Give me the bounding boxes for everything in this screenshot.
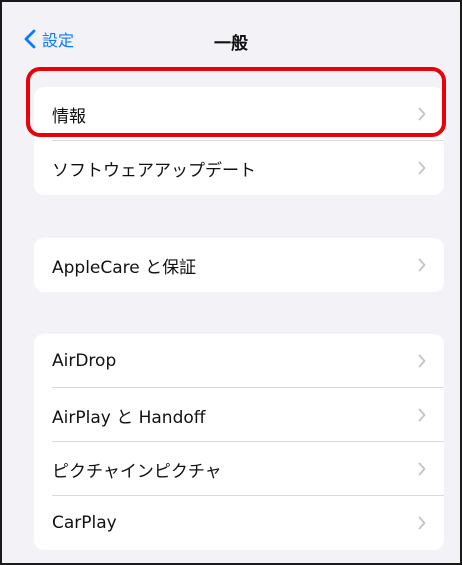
row-label: AirDrop (52, 351, 117, 371)
chevron-right-icon (418, 408, 426, 422)
chevron-right-icon (418, 354, 426, 368)
chevron-right-icon (418, 516, 426, 530)
settings-row-airdrop[interactable]: AirDrop (34, 334, 444, 388)
row-label: ソフトウェアアップデート (52, 160, 256, 181)
settings-group-3: AirDrop AirPlay と Handoff ピクチャインピクチャ Car… (34, 334, 444, 550)
row-label: AppleCare と保証 (52, 257, 197, 278)
settings-row-about[interactable]: 情報 (34, 87, 444, 141)
settings-screen: 設定 一般 情報 ソフトウェアアップデート AppleCare と保証 AirD… (0, 0, 462, 565)
row-label: ピクチャインピクチャ (52, 461, 222, 482)
row-label: AirPlay と Handoff (52, 407, 206, 428)
settings-row-picture-in-picture[interactable]: ピクチャインピクチャ (34, 442, 444, 496)
settings-group-2: AppleCare と保証 (34, 238, 444, 292)
chevron-right-icon (418, 107, 426, 121)
row-label: CarPlay (52, 513, 117, 533)
settings-row-airplay-handoff[interactable]: AirPlay と Handoff (34, 388, 444, 442)
navigation-bar: 設定 一般 (2, 2, 460, 72)
settings-row-applecare[interactable]: AppleCare と保証 (34, 238, 444, 292)
settings-row-software-update[interactable]: ソフトウェアアップデート (34, 141, 444, 195)
settings-row-carplay[interactable]: CarPlay (34, 496, 444, 550)
row-label: 情報 (52, 106, 86, 127)
chevron-right-icon (418, 462, 426, 476)
settings-group-1: 情報 ソフトウェアアップデート (34, 87, 444, 195)
chevron-right-icon (418, 161, 426, 175)
page-title: 一般 (214, 34, 248, 54)
chevron-right-icon (418, 258, 426, 272)
